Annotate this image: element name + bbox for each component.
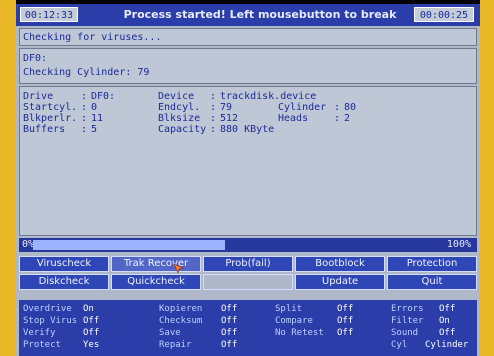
option-value: Off bbox=[221, 340, 238, 350]
progress-fill bbox=[33, 240, 225, 250]
option-value: Off bbox=[337, 316, 354, 326]
info-value: 2 bbox=[344, 113, 351, 124]
option-label[interactable]: Stop Virus bbox=[23, 316, 77, 327]
option-label[interactable]: Errors bbox=[391, 304, 424, 315]
app-window: 00:12:33 Process started! Left mousebutt… bbox=[16, 4, 480, 356]
info-label: Endcyl. bbox=[158, 102, 201, 113]
info-value: 512 bbox=[220, 113, 239, 124]
info-row: Drive: DF0: bbox=[23, 91, 116, 102]
option-value: Cylinder bbox=[425, 340, 469, 350]
option-label[interactable]: Sound bbox=[391, 328, 418, 339]
info-row: Cylinder:80 bbox=[278, 102, 357, 113]
info-value: trackdisk.device bbox=[220, 91, 317, 102]
option-label[interactable]: Filter bbox=[391, 316, 424, 327]
info-value: DF0: bbox=[91, 91, 116, 102]
prob-fail-button[interactable]: Prob(fail) bbox=[203, 256, 293, 272]
mouse-pointer-icon bbox=[174, 264, 184, 274]
info-row: Heads:2 bbox=[278, 113, 351, 124]
option-value: Off bbox=[221, 328, 238, 338]
info-value: 880 KByte bbox=[220, 124, 275, 135]
option-label[interactable]: Split bbox=[275, 304, 302, 315]
option-label[interactable]: Checksum bbox=[159, 316, 202, 327]
option-label[interactable]: Repair bbox=[159, 340, 192, 351]
drive-panel: DF0: Checking Cylinder: 79 bbox=[19, 48, 477, 84]
info-panel: Drive: DF0: Startcyl.:0 Blkperlr.:11 Buff… bbox=[19, 86, 477, 236]
info-row: Device: trackdisk.device bbox=[158, 91, 317, 102]
option-value: Off bbox=[337, 304, 354, 314]
info-col-1: Drive: DF0: Startcyl.:0 Blkperlr.:11 Buff… bbox=[23, 91, 153, 135]
diskcheck-button[interactable]: Diskcheck bbox=[19, 274, 109, 290]
info-label: Blksize bbox=[158, 113, 201, 124]
option-value: Off bbox=[83, 316, 100, 326]
quit-button[interactable]: Quit bbox=[387, 274, 477, 290]
update-button[interactable]: Update bbox=[295, 274, 385, 290]
info-label: Buffers bbox=[23, 124, 66, 135]
viruscheck-button[interactable]: Viruscheck bbox=[19, 256, 109, 272]
title-bar: 00:12:33 Process started! Left mousebutt… bbox=[16, 4, 480, 26]
quickcheck-button[interactable]: Quickcheck bbox=[111, 274, 201, 290]
info-label: Heads bbox=[278, 113, 309, 124]
checking-cylinder: Checking Cylinder: 79 bbox=[23, 67, 150, 78]
option-label[interactable]: Verify bbox=[23, 328, 56, 339]
option-value: Off bbox=[83, 328, 100, 338]
trak-recover-button[interactable]: Trak Recover bbox=[111, 256, 201, 272]
option-value: Yes bbox=[83, 340, 100, 350]
option-value: Off bbox=[221, 316, 238, 326]
title-message: Process started! Left mousebutton to bre… bbox=[123, 8, 397, 21]
info-value: 79 bbox=[220, 102, 233, 113]
option-value: Off bbox=[337, 328, 354, 338]
empty-button-slot bbox=[203, 274, 293, 290]
option-label[interactable]: No Retest bbox=[275, 328, 324, 339]
yellow-frame-left bbox=[0, 0, 16, 356]
drive-name: DF0: bbox=[23, 53, 48, 64]
info-label: Capacity bbox=[158, 124, 207, 135]
protection-button[interactable]: Protection bbox=[387, 256, 477, 272]
info-row: Buffers:5 bbox=[23, 124, 98, 135]
info-label: Blkperlr. bbox=[23, 113, 78, 124]
option-value: Off bbox=[439, 328, 456, 338]
info-row: Blkperlr.:11 bbox=[23, 113, 104, 124]
info-col-3: Cylinder:80 Heads:2 bbox=[278, 102, 388, 124]
status-panel: Checking for viruses... bbox=[19, 28, 477, 46]
info-row: Startcyl.:0 bbox=[23, 102, 98, 113]
option-value: Off bbox=[221, 304, 238, 314]
option-label[interactable]: Save bbox=[159, 328, 181, 339]
info-row: Capacity:880 KByte bbox=[158, 124, 275, 135]
info-label: Drive bbox=[23, 91, 54, 102]
progress-end-label: 100% bbox=[446, 239, 471, 250]
info-value: 0 bbox=[91, 102, 98, 113]
status-text: Checking for viruses... bbox=[23, 32, 162, 43]
option-value: Off bbox=[439, 304, 456, 314]
info-label: Device bbox=[158, 91, 195, 102]
progress-bar: 0% 100% bbox=[19, 238, 477, 252]
info-value: 11 bbox=[91, 113, 104, 124]
info-label: Startcyl. bbox=[23, 102, 78, 113]
option-label[interactable]: Protect bbox=[23, 340, 61, 351]
option-label[interactable]: Overdrive bbox=[23, 304, 72, 315]
option-value: On bbox=[83, 304, 94, 314]
bootblock-button[interactable]: Bootblock bbox=[295, 256, 385, 272]
info-label: Cylinder bbox=[278, 102, 327, 113]
yellow-frame-right bbox=[480, 0, 494, 356]
option-label[interactable]: Compare bbox=[275, 316, 313, 327]
option-label[interactable]: Kopieren bbox=[159, 304, 202, 315]
option-value: On bbox=[439, 316, 450, 326]
remaining-time: 00:00:25 bbox=[414, 7, 474, 22]
options-panel: Overdrive On Stop Virus Off Verify Off P… bbox=[19, 300, 477, 356]
info-value: 80 bbox=[344, 102, 357, 113]
option-label[interactable]: Cyl bbox=[391, 340, 407, 351]
elapsed-time: 00:12:33 bbox=[20, 7, 78, 22]
info-value: 5 bbox=[91, 124, 98, 135]
